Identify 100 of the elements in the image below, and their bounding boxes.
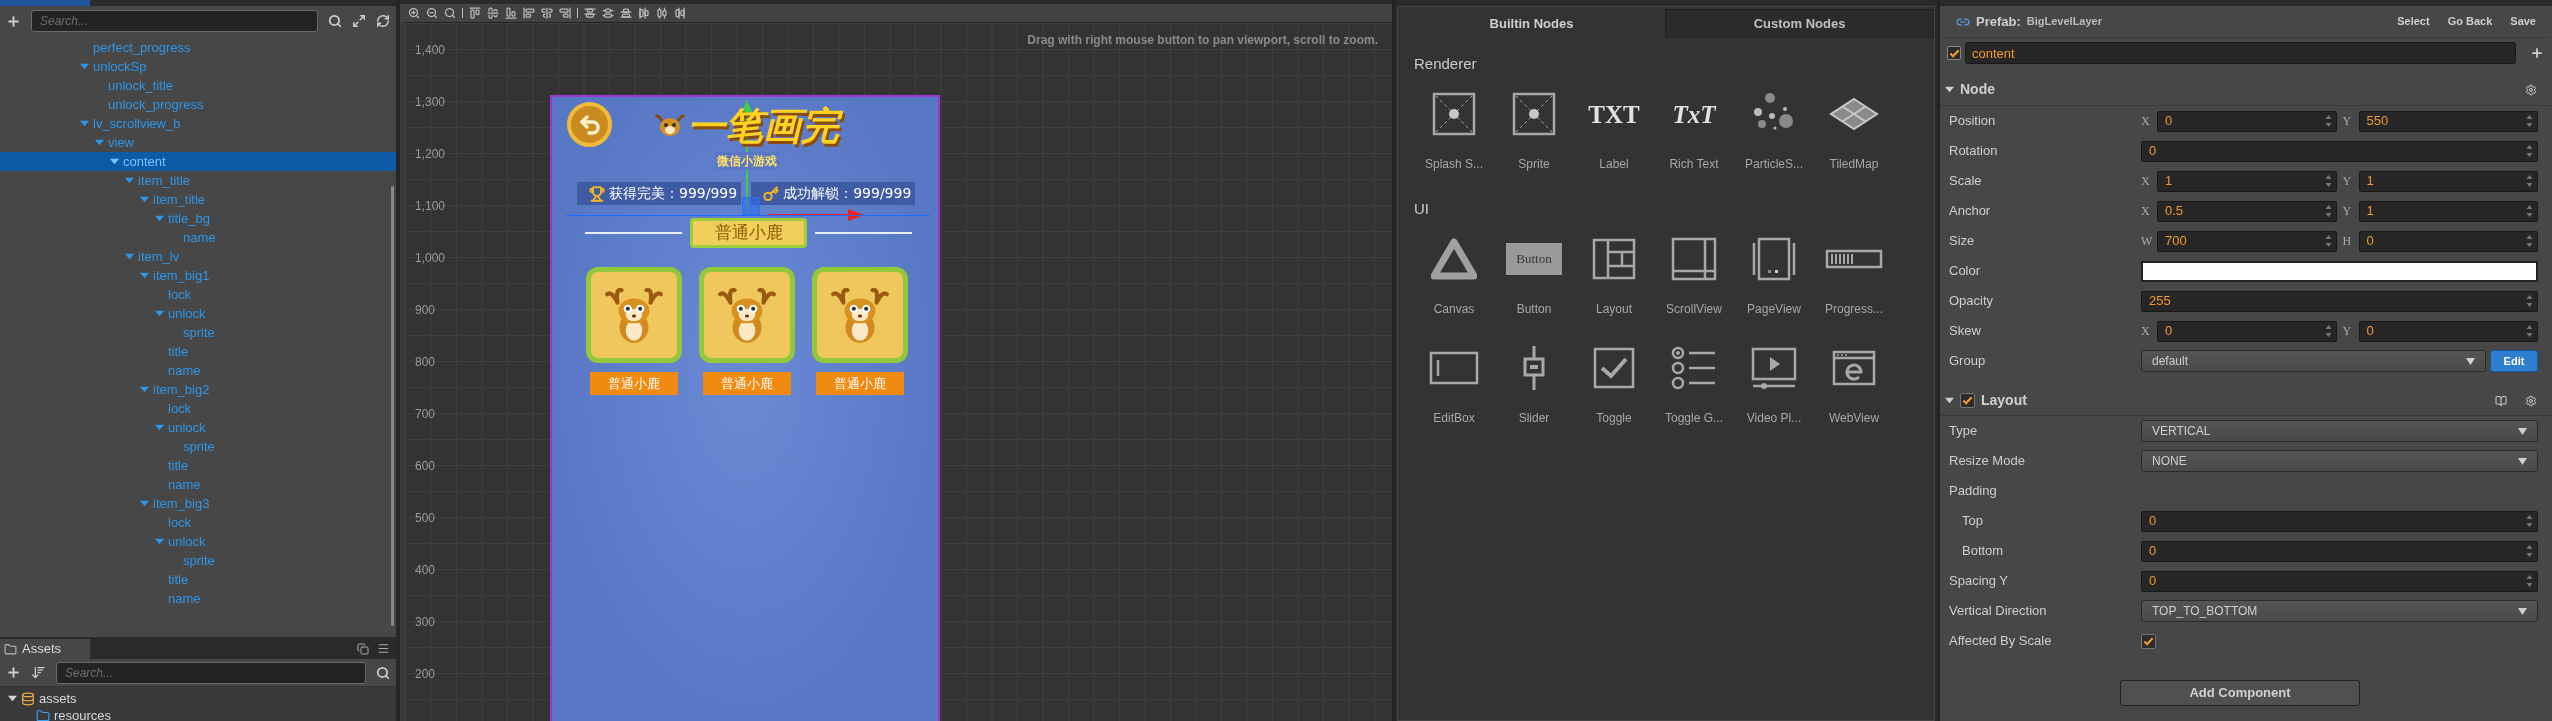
- tree-item[interactable]: view: [0, 133, 396, 152]
- distribute-right-icon[interactable]: [674, 7, 686, 19]
- settings-icon[interactable]: [2525, 83, 2537, 96]
- node-item[interactable]: Toggle G...: [1654, 340, 1734, 440]
- node-item[interactable]: ParticleS...: [1734, 86, 1814, 186]
- level-card[interactable]: [699, 267, 795, 363]
- number-field[interactable]: 0: [2141, 570, 2538, 592]
- dropdown[interactable]: VERTICAL: [2141, 420, 2538, 442]
- tree-item[interactable]: item_big3: [0, 494, 396, 513]
- node-item[interactable]: Slider: [1494, 340, 1574, 440]
- distribute-bottom-icon[interactable]: [620, 7, 632, 19]
- node-item[interactable]: Progress...: [1814, 231, 1894, 331]
- tree-item[interactable]: title_bg: [0, 209, 396, 228]
- node-item[interactable]: Video Pl...: [1734, 340, 1814, 440]
- tree-item[interactable]: title: [0, 456, 396, 475]
- tree-item[interactable]: sprite: [0, 437, 396, 456]
- number-field[interactable]: 1: [2358, 200, 2538, 222]
- caret-icon[interactable]: [1945, 396, 1954, 405]
- number-field[interactable]: 0: [2157, 320, 2337, 342]
- node-item[interactable]: EditBox: [1414, 340, 1494, 440]
- search-icon[interactable]: [376, 665, 390, 680]
- scrollbar[interactable]: [391, 186, 394, 626]
- tree-item[interactable]: lock: [0, 285, 396, 304]
- stepper-icon[interactable]: [2324, 324, 2332, 338]
- add-icon[interactable]: [2530, 46, 2544, 60]
- tree-item[interactable]: item_big1: [0, 266, 396, 285]
- caret-icon[interactable]: [1945, 85, 1954, 94]
- distribute-middle-icon[interactable]: [602, 7, 614, 19]
- number-field[interactable]: 700: [2157, 230, 2337, 252]
- number-field[interactable]: 1: [2157, 170, 2337, 192]
- tree-item[interactable]: lock: [0, 513, 396, 532]
- node-item[interactable]: Canvas: [1414, 231, 1494, 331]
- checkbox[interactable]: [2141, 633, 2156, 649]
- tree-item[interactable]: unlock: [0, 532, 396, 551]
- search-icon[interactable]: [328, 14, 342, 28]
- tree-item[interactable]: content: [0, 152, 396, 171]
- add-icon[interactable]: [6, 13, 21, 29]
- tree-item[interactable]: name: [0, 361, 396, 380]
- refresh-icon[interactable]: [376, 14, 390, 28]
- search-field[interactable]: Search...: [31, 10, 318, 32]
- dropdown[interactable]: default: [2141, 350, 2486, 372]
- stepper-icon[interactable]: [2526, 144, 2533, 158]
- zoom-out-icon[interactable]: [426, 7, 438, 19]
- distribute-left-icon[interactable]: [638, 7, 650, 19]
- stepper-icon[interactable]: [2526, 234, 2533, 248]
- node-item[interactable]: Toggle: [1574, 340, 1654, 440]
- add-icon[interactable]: [6, 665, 21, 680]
- number-field[interactable]: 0: [2358, 230, 2538, 252]
- level-card[interactable]: [812, 267, 908, 363]
- asset-item[interactable]: resources: [0, 707, 396, 721]
- color-swatch[interactable]: [2141, 260, 2538, 282]
- menu-icon[interactable]: [377, 642, 390, 655]
- node-item[interactable]: Button Button: [1494, 231, 1574, 331]
- number-field[interactable]: 255: [2141, 290, 2538, 312]
- number-field[interactable]: 0: [2141, 140, 2538, 162]
- settings-icon[interactable]: [2525, 394, 2537, 407]
- panel-tab[interactable]: Assets: [0, 639, 90, 659]
- stepper-icon[interactable]: [2526, 114, 2533, 128]
- tree-item[interactable]: unlock: [0, 304, 396, 323]
- search-icon[interactable]: [444, 7, 456, 19]
- tree-item[interactable]: sprite: [0, 551, 396, 570]
- tree-item[interactable]: lock: [0, 399, 396, 418]
- node-item[interactable]: PageView: [1734, 231, 1814, 331]
- prefab-action[interactable]: Go Back: [2447, 13, 2493, 30]
- stepper-icon[interactable]: [2324, 234, 2332, 248]
- search-field[interactable]: Search...: [56, 661, 366, 684]
- node-item[interactable]: ScrollView: [1654, 231, 1734, 331]
- asset-item[interactable]: assets: [0, 690, 396, 707]
- align-center-icon[interactable]: [541, 7, 553, 19]
- tree-item[interactable]: title: [0, 570, 396, 589]
- level-card[interactable]: [586, 267, 682, 363]
- edit-button[interactable]: Edit: [2490, 350, 2538, 372]
- tree-item[interactable]: name: [0, 475, 396, 494]
- tree-item[interactable]: item_title: [0, 171, 396, 190]
- stepper-icon[interactable]: [2324, 174, 2332, 188]
- tree-item[interactable]: unlock_progress: [0, 95, 396, 114]
- stepper-icon[interactable]: [2526, 574, 2533, 588]
- node-item[interactable]: Sprite: [1494, 86, 1574, 186]
- align-top-icon[interactable]: [469, 7, 481, 19]
- align-bottom-icon[interactable]: [505, 7, 517, 19]
- tree-item[interactable]: item_title: [0, 190, 396, 209]
- number-field[interactable]: 0: [2141, 540, 2538, 562]
- zoom-in-icon[interactable]: [408, 7, 420, 19]
- number-field[interactable]: 550: [2358, 110, 2538, 132]
- stepper-icon[interactable]: [2526, 514, 2533, 528]
- tree-item[interactable]: unlock: [0, 418, 396, 437]
- tree-item[interactable]: perfect_progress: [0, 38, 396, 57]
- tab[interactable]: Custom Nodes: [1665, 9, 1934, 38]
- node-item[interactable]: TXT Label: [1574, 86, 1654, 186]
- book-icon[interactable]: [2495, 394, 2507, 407]
- x-axis-arrow[interactable]: [767, 209, 864, 221]
- node-item[interactable]: WebView: [1814, 340, 1894, 440]
- tree-item[interactable]: item_lv: [0, 247, 396, 266]
- tree-item[interactable]: unlockSp: [0, 57, 396, 76]
- number-field[interactable]: 0.5: [2157, 200, 2337, 222]
- window-restore-icon[interactable]: [357, 643, 369, 655]
- number-field[interactable]: 1: [2358, 170, 2538, 192]
- caret-icon[interactable]: [8, 694, 17, 703]
- expand-icon[interactable]: [352, 14, 366, 28]
- prefab-action[interactable]: Save: [2510, 13, 2536, 30]
